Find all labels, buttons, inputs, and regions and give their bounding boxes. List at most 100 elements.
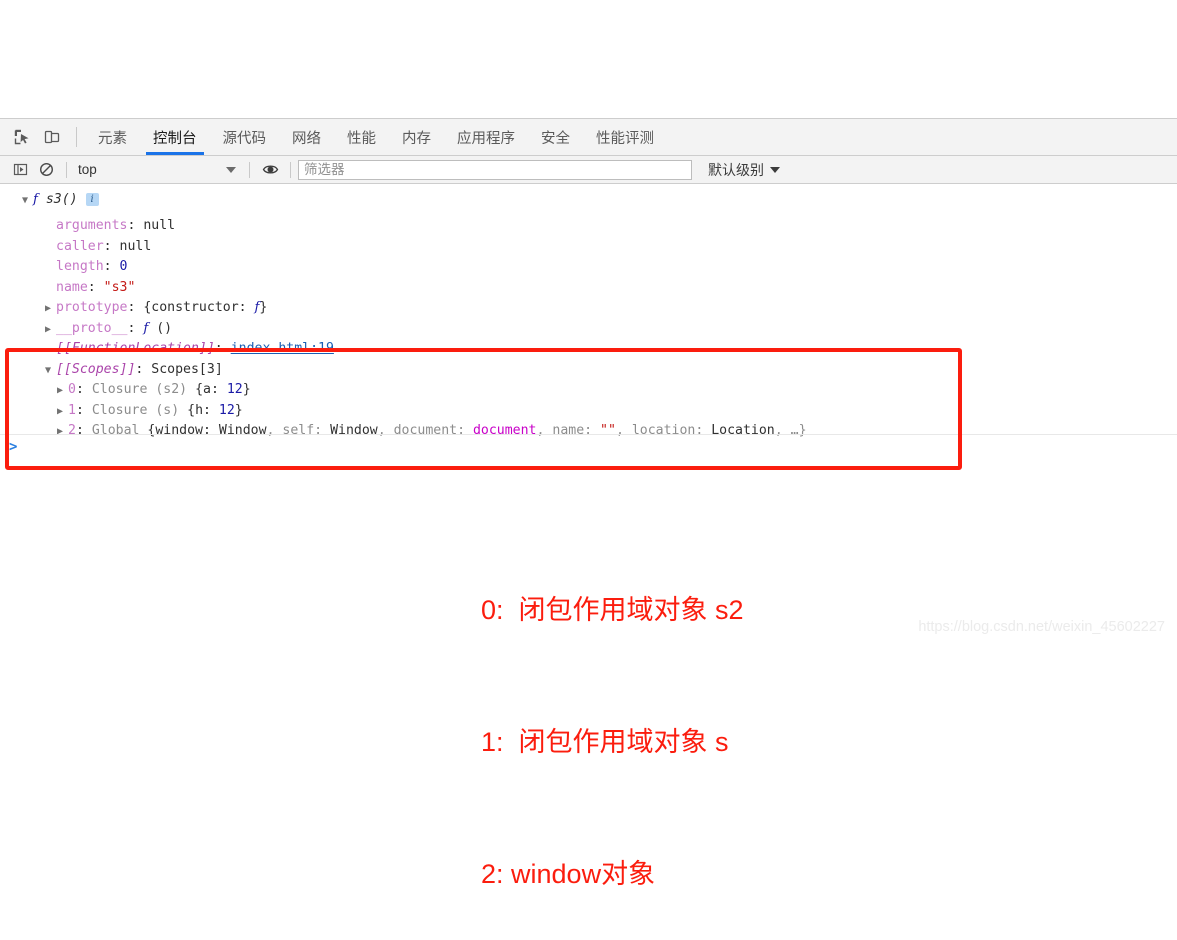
- tab-performance[interactable]: 性能: [334, 119, 389, 155]
- property-key: __proto__: [56, 320, 128, 336]
- tab-label: 内存: [402, 130, 431, 147]
- internal-property-key: [[FunctionLocation]]: [56, 341, 215, 356]
- property-value: (): [148, 320, 173, 336]
- toolbar-divider: [76, 127, 77, 147]
- tab-label: 性能: [347, 130, 376, 147]
- separator: :: [127, 320, 144, 336]
- tab-security[interactable]: 安全: [528, 119, 583, 155]
- scope-kind: Closure (s): [91, 402, 188, 418]
- scope-row-1[interactable]: 1: Closure (s) {h: 12}: [0, 401, 1177, 422]
- expand-triangle-icon[interactable]: [45, 320, 56, 341]
- page-content-area: [0, 0, 1177, 118]
- property-value: "s3": [103, 279, 136, 295]
- property-row-proto[interactable]: __proto__: f (): [0, 319, 1177, 340]
- separator: :: [103, 238, 120, 254]
- tab-console[interactable]: 控制台: [140, 119, 210, 155]
- separator: :: [87, 279, 104, 295]
- tab-lighthouse[interactable]: 性能评测: [583, 119, 667, 155]
- prompt-caret-icon: >: [9, 439, 18, 455]
- chevron-down-icon: [226, 166, 236, 173]
- property-key: caller: [56, 238, 104, 254]
- property-key: prototype: [56, 300, 128, 315]
- property-row-function-location: [[FunctionLocation]]: index.html:19: [0, 339, 1177, 360]
- annotation-text: 0: 闭包作用域对象 s2 1: 闭包作用域对象 s 2: window对象: [481, 500, 744, 940]
- filter-input[interactable]: [298, 159, 692, 180]
- tab-label: 网络: [292, 130, 321, 147]
- live-expression-icon[interactable]: [257, 157, 283, 183]
- annotation-line-0: 0: 闭包作用域对象 s2: [481, 595, 744, 625]
- scope-body-value: 12: [218, 402, 235, 418]
- property-value: {constructor:: [143, 300, 255, 315]
- tab-elements[interactable]: 元素: [85, 119, 140, 155]
- property-value: Scopes[3]: [151, 361, 223, 377]
- scope-body-open: {a:: [195, 382, 227, 397]
- internal-property-key: [[Scopes]]: [56, 361, 136, 377]
- separator: :: [103, 259, 120, 274]
- expand-triangle-icon[interactable]: [57, 381, 68, 402]
- property-value: 0: [119, 259, 128, 274]
- tab-memory[interactable]: 内存: [389, 119, 444, 155]
- scope-index: 1: [68, 402, 76, 418]
- scope-row-0[interactable]: 0: Closure (s2) {a: 12}: [0, 380, 1177, 401]
- scope-kind: Closure (s2): [91, 382, 196, 397]
- watermark: https://blog.csdn.net/weixin_45602227: [918, 619, 1165, 635]
- separator: :: [127, 218, 144, 233]
- devtools-tabbar: 元素 控制台 源代码 网络 性能 内存 应用程序 安全 性能评测: [0, 119, 1177, 156]
- console-sidebar-icon[interactable]: [7, 157, 33, 183]
- scope-index: 0: [68, 382, 76, 397]
- log-level-select[interactable]: 默认级别: [708, 160, 780, 180]
- property-value: null: [119, 238, 152, 254]
- property-row-arguments: arguments: null: [0, 216, 1177, 237]
- expand-triangle-icon[interactable]: [45, 361, 56, 382]
- brace-close: }: [259, 300, 268, 315]
- console-toolbar-divider: [66, 161, 67, 178]
- separator: :: [127, 300, 144, 315]
- inspect-element-icon[interactable]: [7, 119, 37, 155]
- scope-body-value: 12: [226, 382, 243, 397]
- annotation-line-1: 1: 闭包作用域对象 s: [481, 727, 729, 757]
- property-key: arguments: [56, 218, 128, 233]
- tab-label: 安全: [541, 130, 570, 147]
- device-toolbar-icon[interactable]: [37, 119, 67, 155]
- console-prompt[interactable]: >: [0, 434, 1177, 459]
- expand-triangle-icon[interactable]: [57, 402, 68, 423]
- separator: :: [75, 382, 92, 397]
- clear-console-icon[interactable]: [33, 157, 59, 183]
- chevron-down-icon: [770, 166, 780, 173]
- property-row-prototype[interactable]: prototype: {constructor: f}: [0, 298, 1177, 319]
- tab-label: 应用程序: [457, 130, 515, 147]
- tab-sources[interactable]: 源代码: [210, 119, 280, 155]
- expand-triangle-icon[interactable]: [22, 191, 33, 212]
- property-row-caller: caller: null: [0, 237, 1177, 258]
- execution-context-select[interactable]: top: [74, 160, 242, 180]
- tab-label: 控制台: [153, 130, 197, 147]
- console-log-entry[interactable]: f s3() i: [0, 184, 1177, 216]
- annotation-line-2: 2: window对象: [481, 859, 656, 889]
- expand-triangle-icon[interactable]: [45, 299, 56, 320]
- source-link[interactable]: index.html:19: [231, 341, 334, 356]
- log-level-label: 默认级别: [708, 161, 764, 178]
- separator: :: [214, 341, 231, 356]
- tab-network[interactable]: 网络: [279, 119, 334, 155]
- tab-label: 性能评测: [596, 130, 654, 147]
- console-toolbar-divider-2: [249, 161, 250, 178]
- tab-label: 元素: [98, 130, 127, 147]
- property-row-length: length: 0: [0, 257, 1177, 278]
- property-value: null: [143, 218, 176, 233]
- console-toolbar: top 默认级别: [0, 156, 1177, 184]
- tab-application[interactable]: 应用程序: [444, 119, 528, 155]
- function-signature: s3(): [45, 192, 78, 207]
- separator: :: [75, 402, 92, 418]
- execution-context-value: top: [78, 162, 97, 177]
- console-toolbar-divider-3: [290, 161, 291, 178]
- tab-label: 源代码: [222, 130, 267, 147]
- separator: :: [135, 361, 152, 377]
- scope-body-close: }: [242, 382, 251, 397]
- info-icon[interactable]: i: [85, 193, 99, 206]
- scope-body-open: {h:: [187, 402, 219, 418]
- property-row-name: name: "s3": [0, 278, 1177, 299]
- property-key: length: [56, 259, 104, 274]
- property-row-scopes[interactable]: [[Scopes]]: Scopes[3]: [0, 360, 1177, 381]
- scope-body-close: }: [234, 402, 243, 418]
- property-key: name: [56, 279, 88, 295]
